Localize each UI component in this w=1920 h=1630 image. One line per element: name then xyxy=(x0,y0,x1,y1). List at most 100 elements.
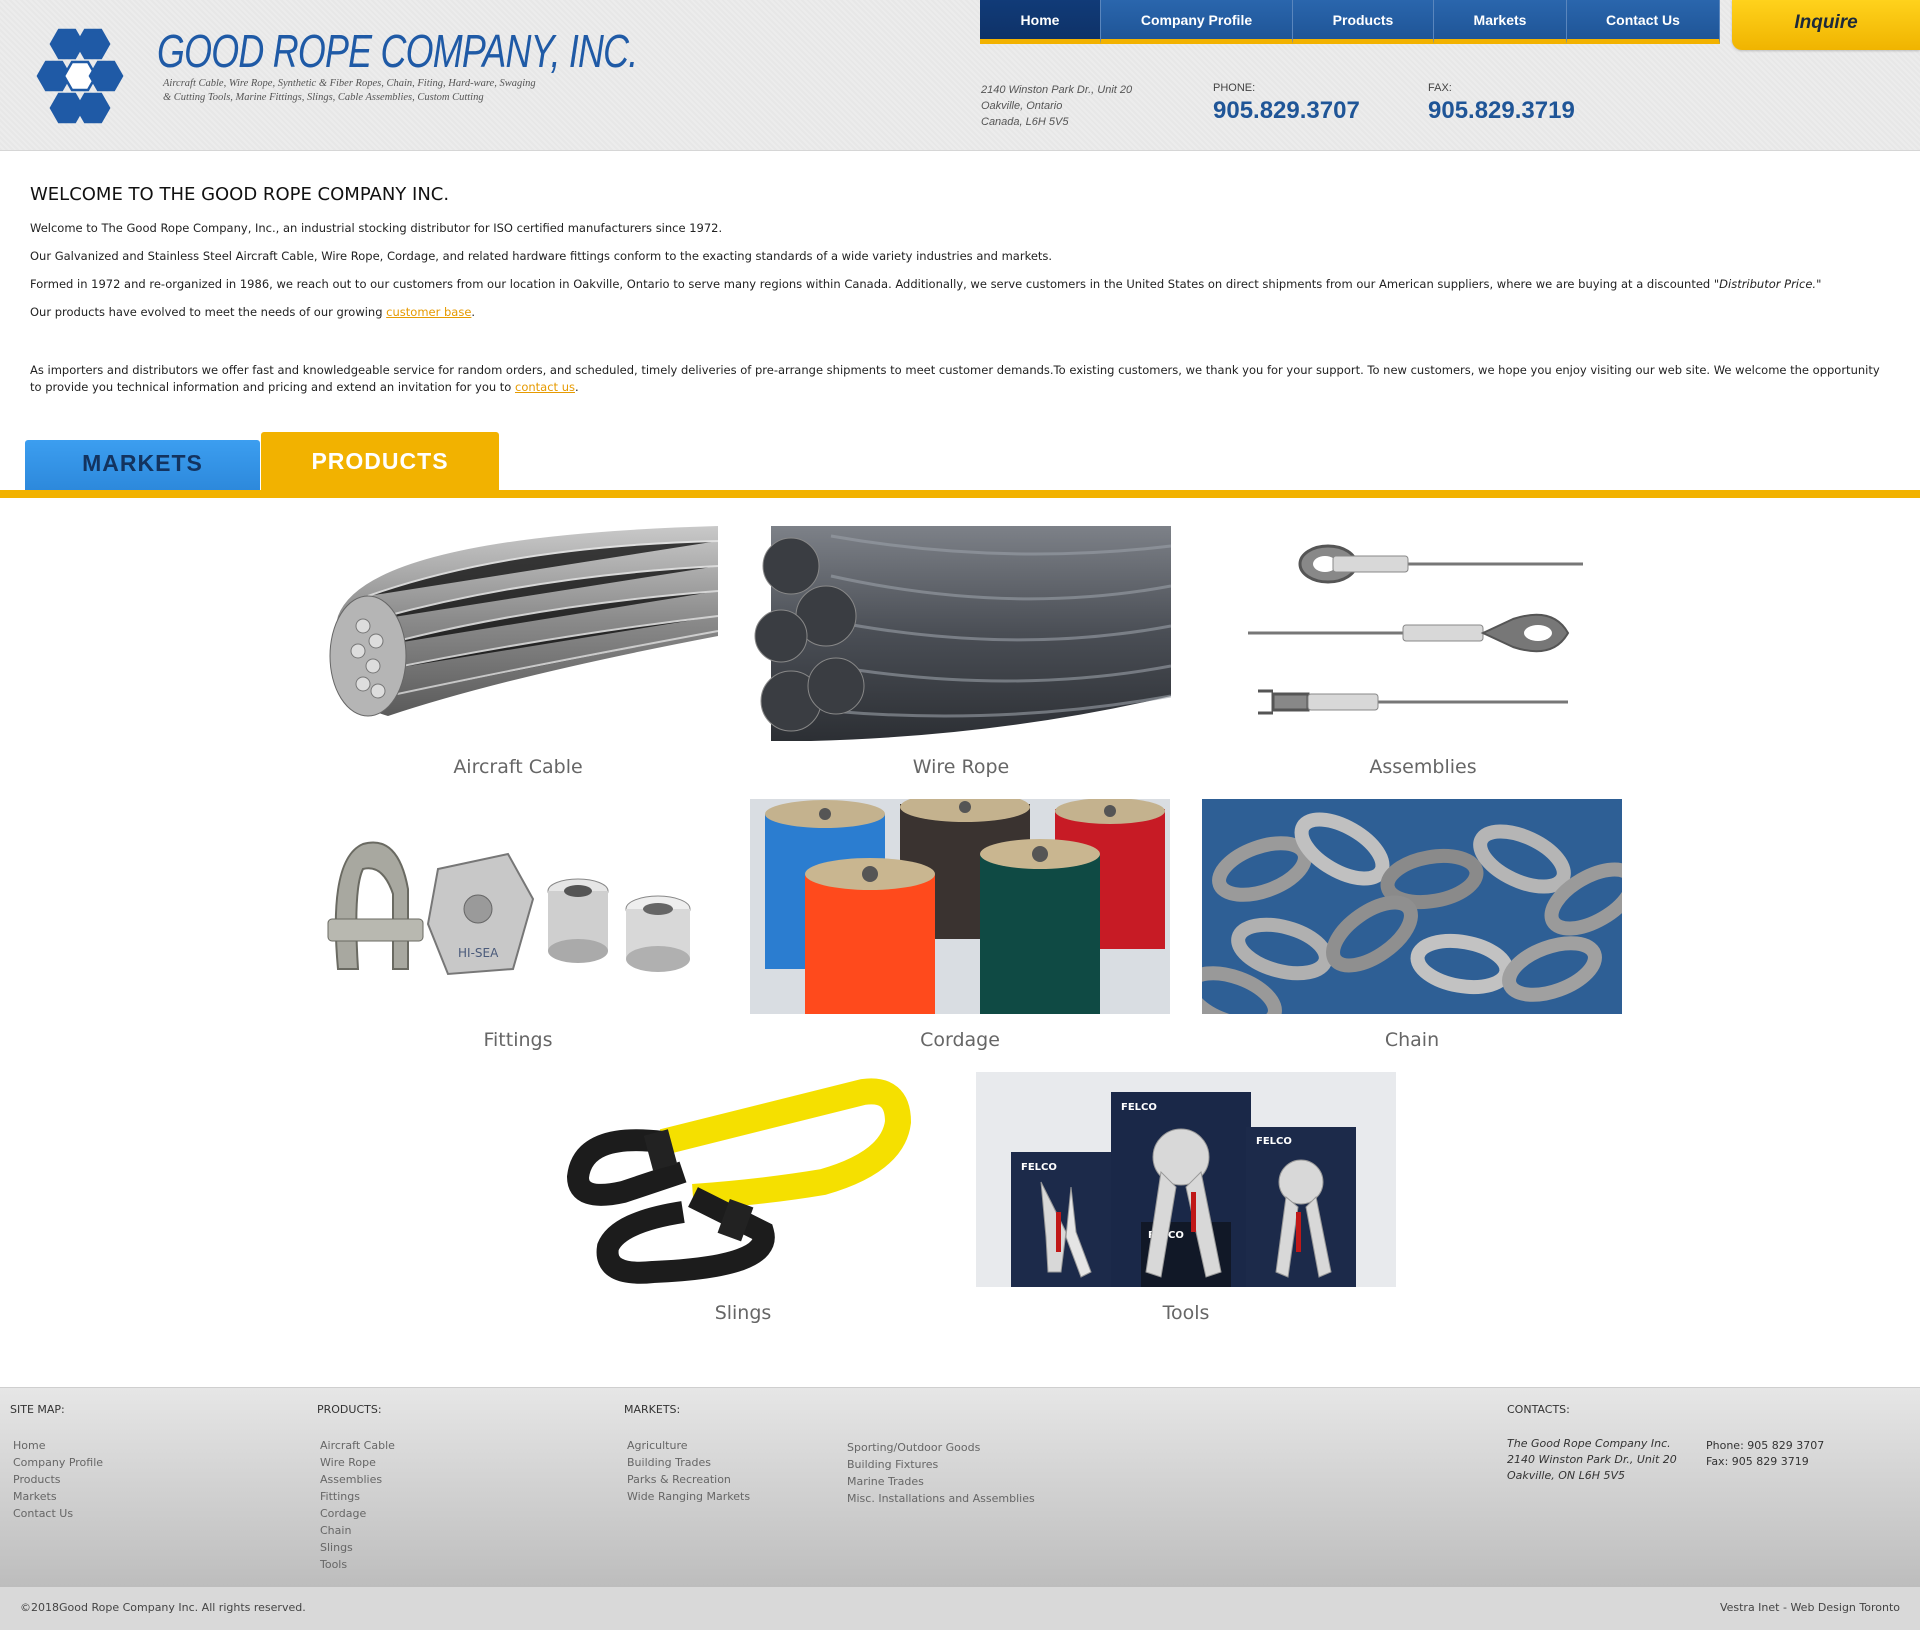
footer-link[interactable]: Aircraft Cable xyxy=(317,1437,395,1454)
footer-link[interactable]: Company Profile xyxy=(10,1454,103,1471)
product-label[interactable]: Aircraft Cable xyxy=(308,756,728,778)
footer-markets-2: Sporting/Outdoor Goods Building Fixtures… xyxy=(844,1439,1035,1507)
nav-home[interactable]: Home xyxy=(980,0,1101,44)
product-slings[interactable]: Slings xyxy=(533,1072,953,1324)
chain-image[interactable] xyxy=(1202,799,1622,1014)
header-phone: PHONE: 905.829.3707 xyxy=(1213,82,1360,125)
fax-label: FAX: xyxy=(1428,82,1452,94)
footer-link[interactable]: Contact Us xyxy=(10,1505,103,1522)
copyright-text: ©2018Good Rope Company Inc. All rights r… xyxy=(20,1601,306,1614)
welcome-paragraph: As importers and distributors we offer f… xyxy=(30,362,1880,396)
footer-link[interactable]: Agriculture xyxy=(624,1437,750,1454)
product-fittings[interactable]: HI-SEA Fittings xyxy=(308,799,728,1051)
welcome-paragraph: Formed in 1972 and re-organized in 1986,… xyxy=(30,276,1880,293)
web-design-credit-link[interactable]: Vestra Inet - Web Design Toronto xyxy=(1720,1601,1900,1614)
footer-heading: MARKETS: xyxy=(624,1403,681,1416)
slings-image[interactable] xyxy=(533,1072,953,1287)
felco-label: FELCO xyxy=(1256,1136,1292,1147)
welcome-paragraph: Our products have evolved to meet the ne… xyxy=(30,304,1880,321)
address-line: Canada, L6H 5V5 xyxy=(981,116,1069,128)
footer-heading: CONTACTS: xyxy=(1507,1403,1570,1416)
nav-products[interactable]: Products xyxy=(1293,0,1434,44)
footer-link[interactable]: Tools xyxy=(317,1556,395,1573)
aircraft-cable-image[interactable] xyxy=(308,526,728,741)
welcome-paragraph: Welcome to The Good Rope Company, Inc., … xyxy=(30,221,723,235)
felco-label: FELCO xyxy=(1121,1102,1157,1113)
product-label[interactable]: Slings xyxy=(533,1302,953,1324)
footer-link[interactable]: Building Trades xyxy=(624,1454,750,1471)
footer-link[interactable]: Wire Rope xyxy=(317,1454,395,1471)
distributor-price-emphasis: Distributor Price. xyxy=(1719,277,1817,291)
nav-markets[interactable]: Markets xyxy=(1434,0,1567,44)
footer-contacts: CONTACTS: The Good Rope Company Inc. 214… xyxy=(1507,1403,1824,1484)
product-tools[interactable]: FELCO FELCO FELCO FELCO Tools xyxy=(976,1072,1396,1324)
company-tagline: Aircraft Cable, Wire Rope, Synthetic & F… xyxy=(163,78,536,103)
cordage-image[interactable] xyxy=(750,799,1170,1014)
footer-link[interactable]: Assemblies xyxy=(317,1471,395,1488)
nav-company-profile[interactable]: Company Profile xyxy=(1101,0,1293,44)
customer-base-link[interactable]: customer base xyxy=(386,305,471,319)
contact-city: Oakville, ON L6H 5V5 xyxy=(1507,1469,1626,1482)
fitting-stamp-text: HI-SEA xyxy=(458,946,499,960)
footer-markets: MARKETS: Agriculture Building Trades Par… xyxy=(624,1403,750,1505)
footer-link[interactable]: Wide Ranging Markets xyxy=(624,1488,750,1505)
site-footer: SITE MAP: Home Company Profile Products … xyxy=(0,1387,1920,1587)
tab-underline xyxy=(0,490,1920,498)
copyright-bar: ©2018Good Rope Company Inc. All rights r… xyxy=(0,1587,1920,1630)
footer-link[interactable]: Marine Trades xyxy=(844,1473,1035,1490)
fittings-image[interactable]: HI-SEA xyxy=(308,799,728,1014)
footer-link[interactable]: Slings xyxy=(317,1539,395,1556)
footer-link[interactable]: Parks & Recreation xyxy=(624,1471,750,1488)
footer-heading: SITE MAP: xyxy=(10,1403,65,1416)
paragraph-text: . xyxy=(471,305,476,319)
header-address: 2140 Winston Park Dr., Unit 20 Oakville,… xyxy=(981,82,1132,130)
nav-contact-us[interactable]: Contact Us xyxy=(1567,0,1720,44)
felco-label: FELCO xyxy=(1021,1162,1057,1173)
footer-link[interactable]: Sporting/Outdoor Goods xyxy=(844,1439,1035,1456)
product-label[interactable]: Cordage xyxy=(750,1029,1170,1051)
footer-link[interactable]: Building Fixtures xyxy=(844,1456,1035,1473)
product-assemblies[interactable]: Assemblies xyxy=(1213,526,1633,778)
main-nav: Home Company Profile Products Markets Co… xyxy=(980,0,1720,50)
inquire-button[interactable]: Inquire xyxy=(1732,0,1920,50)
tools-image[interactable]: FELCO FELCO FELCO FELCO xyxy=(976,1072,1396,1287)
product-label[interactable]: Chain xyxy=(1202,1029,1622,1051)
welcome-paragraph: Our Galvanized and Stainless Steel Aircr… xyxy=(30,249,1053,263)
product-label[interactable]: Fittings xyxy=(308,1029,728,1051)
product-chain[interactable]: Chain xyxy=(1202,799,1622,1051)
product-aircraft-cable[interactable]: Aircraft Cable xyxy=(308,526,728,778)
wire-rope-image[interactable] xyxy=(751,526,1171,741)
footer-link[interactable]: Chain xyxy=(317,1522,395,1539)
site-header: GOOD ROPE COMPANY, INC. Aircraft Cable, … xyxy=(0,0,1920,151)
contact-fax: Fax: 905 829 3719 xyxy=(1706,1455,1809,1468)
tab-products[interactable]: PRODUCTS xyxy=(261,432,499,492)
product-wire-rope[interactable]: Wire Rope xyxy=(751,526,1171,778)
footer-link[interactable]: Products xyxy=(10,1471,103,1488)
product-label[interactable]: Tools xyxy=(976,1302,1396,1324)
address-line: Oakville, Ontario xyxy=(981,100,1063,112)
footer-link[interactable]: Fittings xyxy=(317,1488,395,1505)
footer-phone-fax: Phone: 905 829 3707 Fax: 905 829 3719 xyxy=(1706,1438,1824,1470)
footer-link[interactable]: Markets xyxy=(10,1488,103,1505)
assemblies-image[interactable] xyxy=(1213,526,1633,741)
footer-link[interactable]: Misc. Installations and Assemblies xyxy=(844,1490,1035,1507)
footer-address: The Good Rope Company Inc. 2140 Winston … xyxy=(1507,1436,1677,1484)
footer-link[interactable]: Cordage xyxy=(317,1505,395,1522)
hexagon-cluster-logo[interactable] xyxy=(26,28,134,128)
paragraph-text: " xyxy=(1816,277,1822,291)
product-label[interactable]: Wire Rope xyxy=(751,756,1171,778)
phone-number[interactable]: 905.829.3707 xyxy=(1213,97,1360,125)
product-label[interactable]: Assemblies xyxy=(1213,756,1633,778)
product-cordage[interactable]: Cordage xyxy=(750,799,1170,1051)
footer-link[interactable]: Home xyxy=(10,1437,103,1454)
header-fax: FAX: 905.829.3719 xyxy=(1428,82,1575,125)
phone-label: PHONE: xyxy=(1213,82,1256,94)
paragraph-text: As importers and distributors we offer f… xyxy=(30,363,1880,394)
contact-us-link[interactable]: contact us xyxy=(515,380,575,394)
footer-sitemap: SITE MAP: Home Company Profile Products … xyxy=(10,1403,103,1522)
tab-markets[interactable]: MARKETS xyxy=(25,440,260,492)
welcome-heading: WELCOME TO THE GOOD ROPE COMPANY INC. xyxy=(30,184,450,205)
contact-phone: Phone: 905 829 3707 xyxy=(1706,1439,1825,1452)
company-name[interactable]: GOOD ROPE COMPANY, INC. xyxy=(157,24,638,78)
paragraph-text: Formed in 1972 and re-organized in 1986,… xyxy=(30,277,1720,291)
